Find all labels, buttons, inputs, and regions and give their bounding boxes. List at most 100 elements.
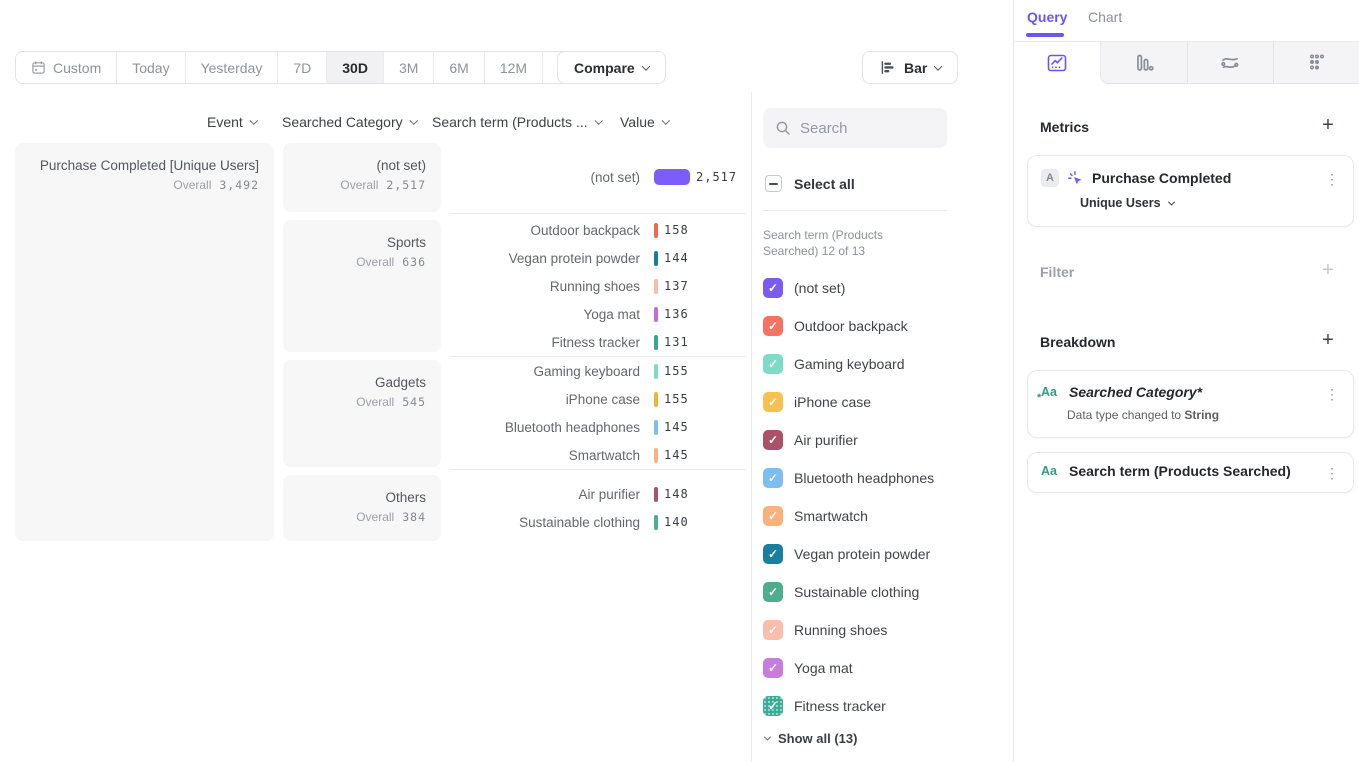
chart-row[interactable]: Air purifier 148 [450,480,750,508]
chart-row[interactable]: Bluetooth headphones 145 [450,413,750,441]
legend-checkbox[interactable]: ✓ [763,392,783,412]
date-range-button[interactable]: 12M [485,52,543,83]
overall-label: Overall [356,510,394,524]
value-bar[interactable] [654,169,690,185]
legend-checkbox[interactable]: ✓ [763,316,783,336]
view-tab-insights[interactable] [1014,42,1100,84]
legend-item[interactable]: ✓ Vegan protein powder [763,535,934,573]
legend-checkbox[interactable]: ✓ [763,696,783,716]
category-card[interactable]: Gadgets Overall545 [283,360,441,467]
column-header[interactable]: Searched Category [282,114,416,130]
chart-row[interactable]: Yoga mat 136 [450,300,750,328]
term-label: Bluetooth headphones [450,420,640,435]
value-bar[interactable] [654,307,658,322]
event-card[interactable]: Purchase Completed [Unique Users] Overal… [15,143,274,541]
legend-item[interactable]: ✓ Sustainable clothing [763,573,934,611]
legend-item[interactable]: ✓ iPhone case [763,383,934,421]
value-bar[interactable] [654,251,658,266]
date-range-button[interactable]: Yesterday [186,52,279,83]
category-card[interactable]: Others Overall384 [283,475,441,541]
value-bar[interactable] [654,392,658,407]
column-header[interactable]: Event [207,114,256,130]
date-range-label: 30D [342,60,368,76]
chart-row[interactable]: Outdoor backpack 158 [450,216,750,244]
view-tab-flows[interactable] [1187,42,1274,84]
legend-checkbox[interactable]: ✓ [763,354,783,374]
more-options-icon[interactable]: ⋮ [1321,383,1343,405]
view-tab-funnel[interactable] [1100,42,1187,84]
chart-row[interactable]: Fitness tracker 131 [450,328,750,356]
chart-row[interactable]: Vegan protein powder 144 [450,244,750,272]
breakdown-card[interactable]: Aa Search term (Products Searched) ⋮ [1027,452,1354,493]
add-breakdown-button[interactable]: + [1317,329,1339,351]
legend-checkbox[interactable]: ✓ [763,544,783,564]
date-range-button[interactable]: Custom [16,52,117,83]
legend-checkbox[interactable]: ✓ [763,278,783,298]
legend-item[interactable]: ✓ Gaming keyboard [763,345,934,383]
search-input[interactable] [800,120,930,137]
chart-row[interactable]: Smartwatch 145 [450,441,750,469]
chart-row[interactable]: Running shoes 137 [450,272,750,300]
legend-item[interactable]: ✓ Smartwatch [763,497,934,535]
legend-checkbox[interactable]: ✓ [763,468,783,488]
more-options-icon[interactable]: ⋮ [1321,462,1343,484]
chart-row[interactable]: (not set) 2,517 [450,163,750,191]
select-all-row[interactable]: Select all [765,175,855,192]
filter-heading: Filter [1040,264,1074,280]
legend-checkbox[interactable]: ✓ [763,506,783,526]
select-all-checkbox[interactable] [765,175,782,192]
value-bar[interactable] [654,487,658,502]
value-label: 136 [664,307,689,321]
legend-item[interactable]: ✓ Bluetooth headphones [763,459,934,497]
legend-item-label: iPhone case [794,394,871,410]
value-bar[interactable] [654,448,658,463]
search-box[interactable] [763,108,947,148]
value-bar[interactable] [654,335,658,350]
legend-item[interactable]: ✓ Running shoes [763,611,934,649]
legend-checkbox[interactable]: ✓ [763,430,783,450]
value-bar[interactable] [654,420,658,435]
date-range-button[interactable]: 3M [384,52,434,83]
legend-item[interactable]: ✓ Fitness tracker [763,687,934,725]
column-header-label: Value [620,114,655,130]
legend-item[interactable]: ✓ Outdoor backpack [763,307,934,345]
term-label: Air purifier [450,487,640,502]
chart-row[interactable]: Gaming keyboard 155 [450,357,750,385]
column-header[interactable]: Value [620,114,668,130]
legend-item[interactable]: ✓ Air purifier [763,421,934,459]
legend-checkbox[interactable]: ✓ [763,658,783,678]
metric-card[interactable]: A Purchase Completed ⋮ Unique Users [1027,155,1354,227]
value-bar[interactable] [654,515,658,530]
measure-selector[interactable]: Unique Users [1080,196,1340,210]
value-label: 140 [664,515,689,529]
show-all-button[interactable]: Show all (13) [765,731,857,746]
tab-query[interactable]: Query [1027,9,1067,25]
date-range-button[interactable]: 30D [327,52,384,83]
date-range-button[interactable]: 6M [434,52,484,83]
legend-item[interactable]: ✓ Yoga mat [763,649,934,687]
breakdown-card[interactable]: Aa* Searched Category* ⋮ Data type chang… [1027,370,1354,438]
chart-type-label: Bar [904,60,927,76]
chart-type-button[interactable]: Bar [862,51,958,84]
value-bar[interactable] [654,279,658,294]
value-bar[interactable] [654,364,658,379]
legend-item-label: Gaming keyboard [794,356,905,372]
date-range-button[interactable]: Today [117,52,185,83]
category-card[interactable]: Sports Overall636 [283,220,441,352]
more-options-icon[interactable]: ⋮ [1321,168,1343,190]
value-bar[interactable] [654,223,658,238]
chart-row[interactable]: iPhone case 155 [450,385,750,413]
chart-row[interactable]: Sustainable clothing 140 [450,508,750,536]
view-tab-retention[interactable] [1273,42,1359,84]
category-card[interactable]: (not set) Overall2,517 [283,143,441,212]
legend-item[interactable]: ✓ (not set) [763,269,934,307]
compare-button[interactable]: Compare [557,51,666,84]
legend-checkbox[interactable]: ✓ [763,620,783,640]
add-metric-button[interactable]: + [1317,114,1339,136]
date-range-button[interactable]: 7D [278,52,327,83]
check-icon: ✓ [768,510,778,522]
tab-chart[interactable]: Chart [1088,9,1122,25]
column-header[interactable]: Search term (Products ... [432,114,601,130]
add-filter-button[interactable]: + [1317,259,1339,281]
legend-checkbox[interactable]: ✓ [763,582,783,602]
